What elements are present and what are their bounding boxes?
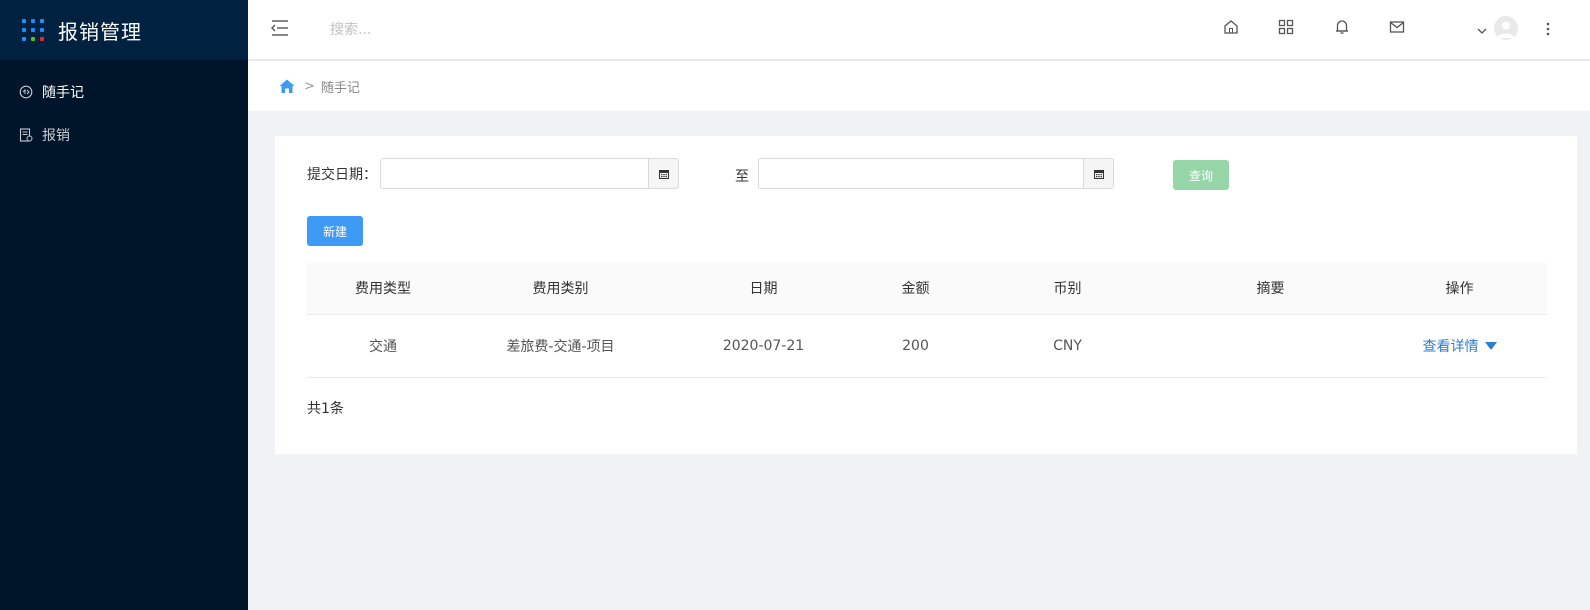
submit-date-label: 提交日期： <box>307 167 377 183</box>
reimburse-icon <box>19 127 33 142</box>
to-label: 至 <box>735 169 749 185</box>
grid-dot <box>22 19 26 23</box>
column-header: 费用类型 <box>355 281 411 297</box>
more-vertical-icon[interactable] <box>1544 20 1552 38</box>
mail-icon[interactable] <box>1388 18 1406 36</box>
cell-date: 2020-07-21 <box>722 338 805 354</box>
grid-dot <box>22 28 26 32</box>
sidebar: 报销管理 随手记 报销 <box>0 0 248 610</box>
view-detail-label: 查看详情 <box>1422 339 1479 355</box>
table-header: 费用类型 费用类别 日期 金额 币别 摘要 操作 <box>307 262 1547 315</box>
grid-dot <box>22 37 26 41</box>
bell-icon[interactable] <box>1333 18 1351 36</box>
end-date-input[interactable] <box>758 158 1084 189</box>
calendar-icon[interactable] <box>649 158 679 189</box>
column-header: 操作 <box>1445 281 1474 297</box>
start-date-input[interactable] <box>380 158 649 189</box>
menu-toggle-icon[interactable] <box>270 18 290 38</box>
avatar[interactable] <box>1494 16 1518 40</box>
sidebar-item-notes[interactable]: 随手记 <box>0 70 248 113</box>
grid-dot <box>40 28 44 32</box>
breadcrumb-home-icon[interactable] <box>278 77 296 95</box>
home-icon[interactable] <box>1222 18 1240 36</box>
query-button[interactable]: 查询 <box>1173 160 1229 190</box>
grid-dot <box>31 19 35 23</box>
grid-dot <box>31 37 35 41</box>
apps-grid-icon <box>22 19 44 41</box>
cell-currency: CNY <box>1053 338 1082 354</box>
view-detail-link[interactable]: 查看详情 <box>1423 336 1497 356</box>
sidebar-item-reimburse[interactable]: 报销 <box>0 113 248 156</box>
grid-dot <box>40 37 44 41</box>
column-header: 金额 <box>901 281 930 297</box>
new-button[interactable]: 新建 <box>307 216 363 246</box>
sidebar-item-label: 随手记 <box>42 84 84 101</box>
grid-dot <box>40 19 44 23</box>
column-header: 币别 <box>1053 281 1082 297</box>
cell-type: 交通 <box>369 339 397 355</box>
chevron-down-icon[interactable] <box>1476 22 1488 34</box>
caret-down-icon <box>1484 342 1497 350</box>
column-header: 日期 <box>749 281 778 297</box>
table-row: 交通 差旅费-交通-项目 2020-07-21 200 CNY 查看详情 <box>307 315 1547 378</box>
sidebar-nav: 随手记 报销 <box>0 60 248 156</box>
total-count: 共1条 <box>307 401 344 417</box>
cell-action: 查看详情 <box>1372 336 1547 356</box>
apps-icon[interactable] <box>1277 18 1295 36</box>
top-header <box>248 0 1590 60</box>
grid-dot <box>31 28 35 32</box>
app-title: 报销管理 <box>58 19 142 44</box>
calendar-icon[interactable] <box>1084 158 1114 189</box>
cell-amount: 200 <box>902 338 929 354</box>
cell-category: 差旅费-交通-项目 <box>506 339 615 355</box>
search-input[interactable] <box>330 14 590 46</box>
breadcrumb-current: 随手记 <box>320 80 360 96</box>
sidebar-item-label: 报销 <box>42 127 70 144</box>
notes-icon <box>19 85 33 99</box>
breadcrumb-separator: > <box>304 78 315 94</box>
column-header: 摘要 <box>1256 281 1285 297</box>
expense-table: 费用类型 费用类别 日期 金额 币别 摘要 操作 交通 差旅费-交通-项目 20… <box>307 262 1547 378</box>
brand: 报销管理 <box>0 0 248 60</box>
breadcrumb: > 随手记 <box>248 61 1590 111</box>
column-header: 费用类别 <box>532 281 589 297</box>
content-card: 提交日期： 至 查询 新建 费用类型 费用类别 日期 金额 币别 摘要 操作 交… <box>275 136 1577 454</box>
